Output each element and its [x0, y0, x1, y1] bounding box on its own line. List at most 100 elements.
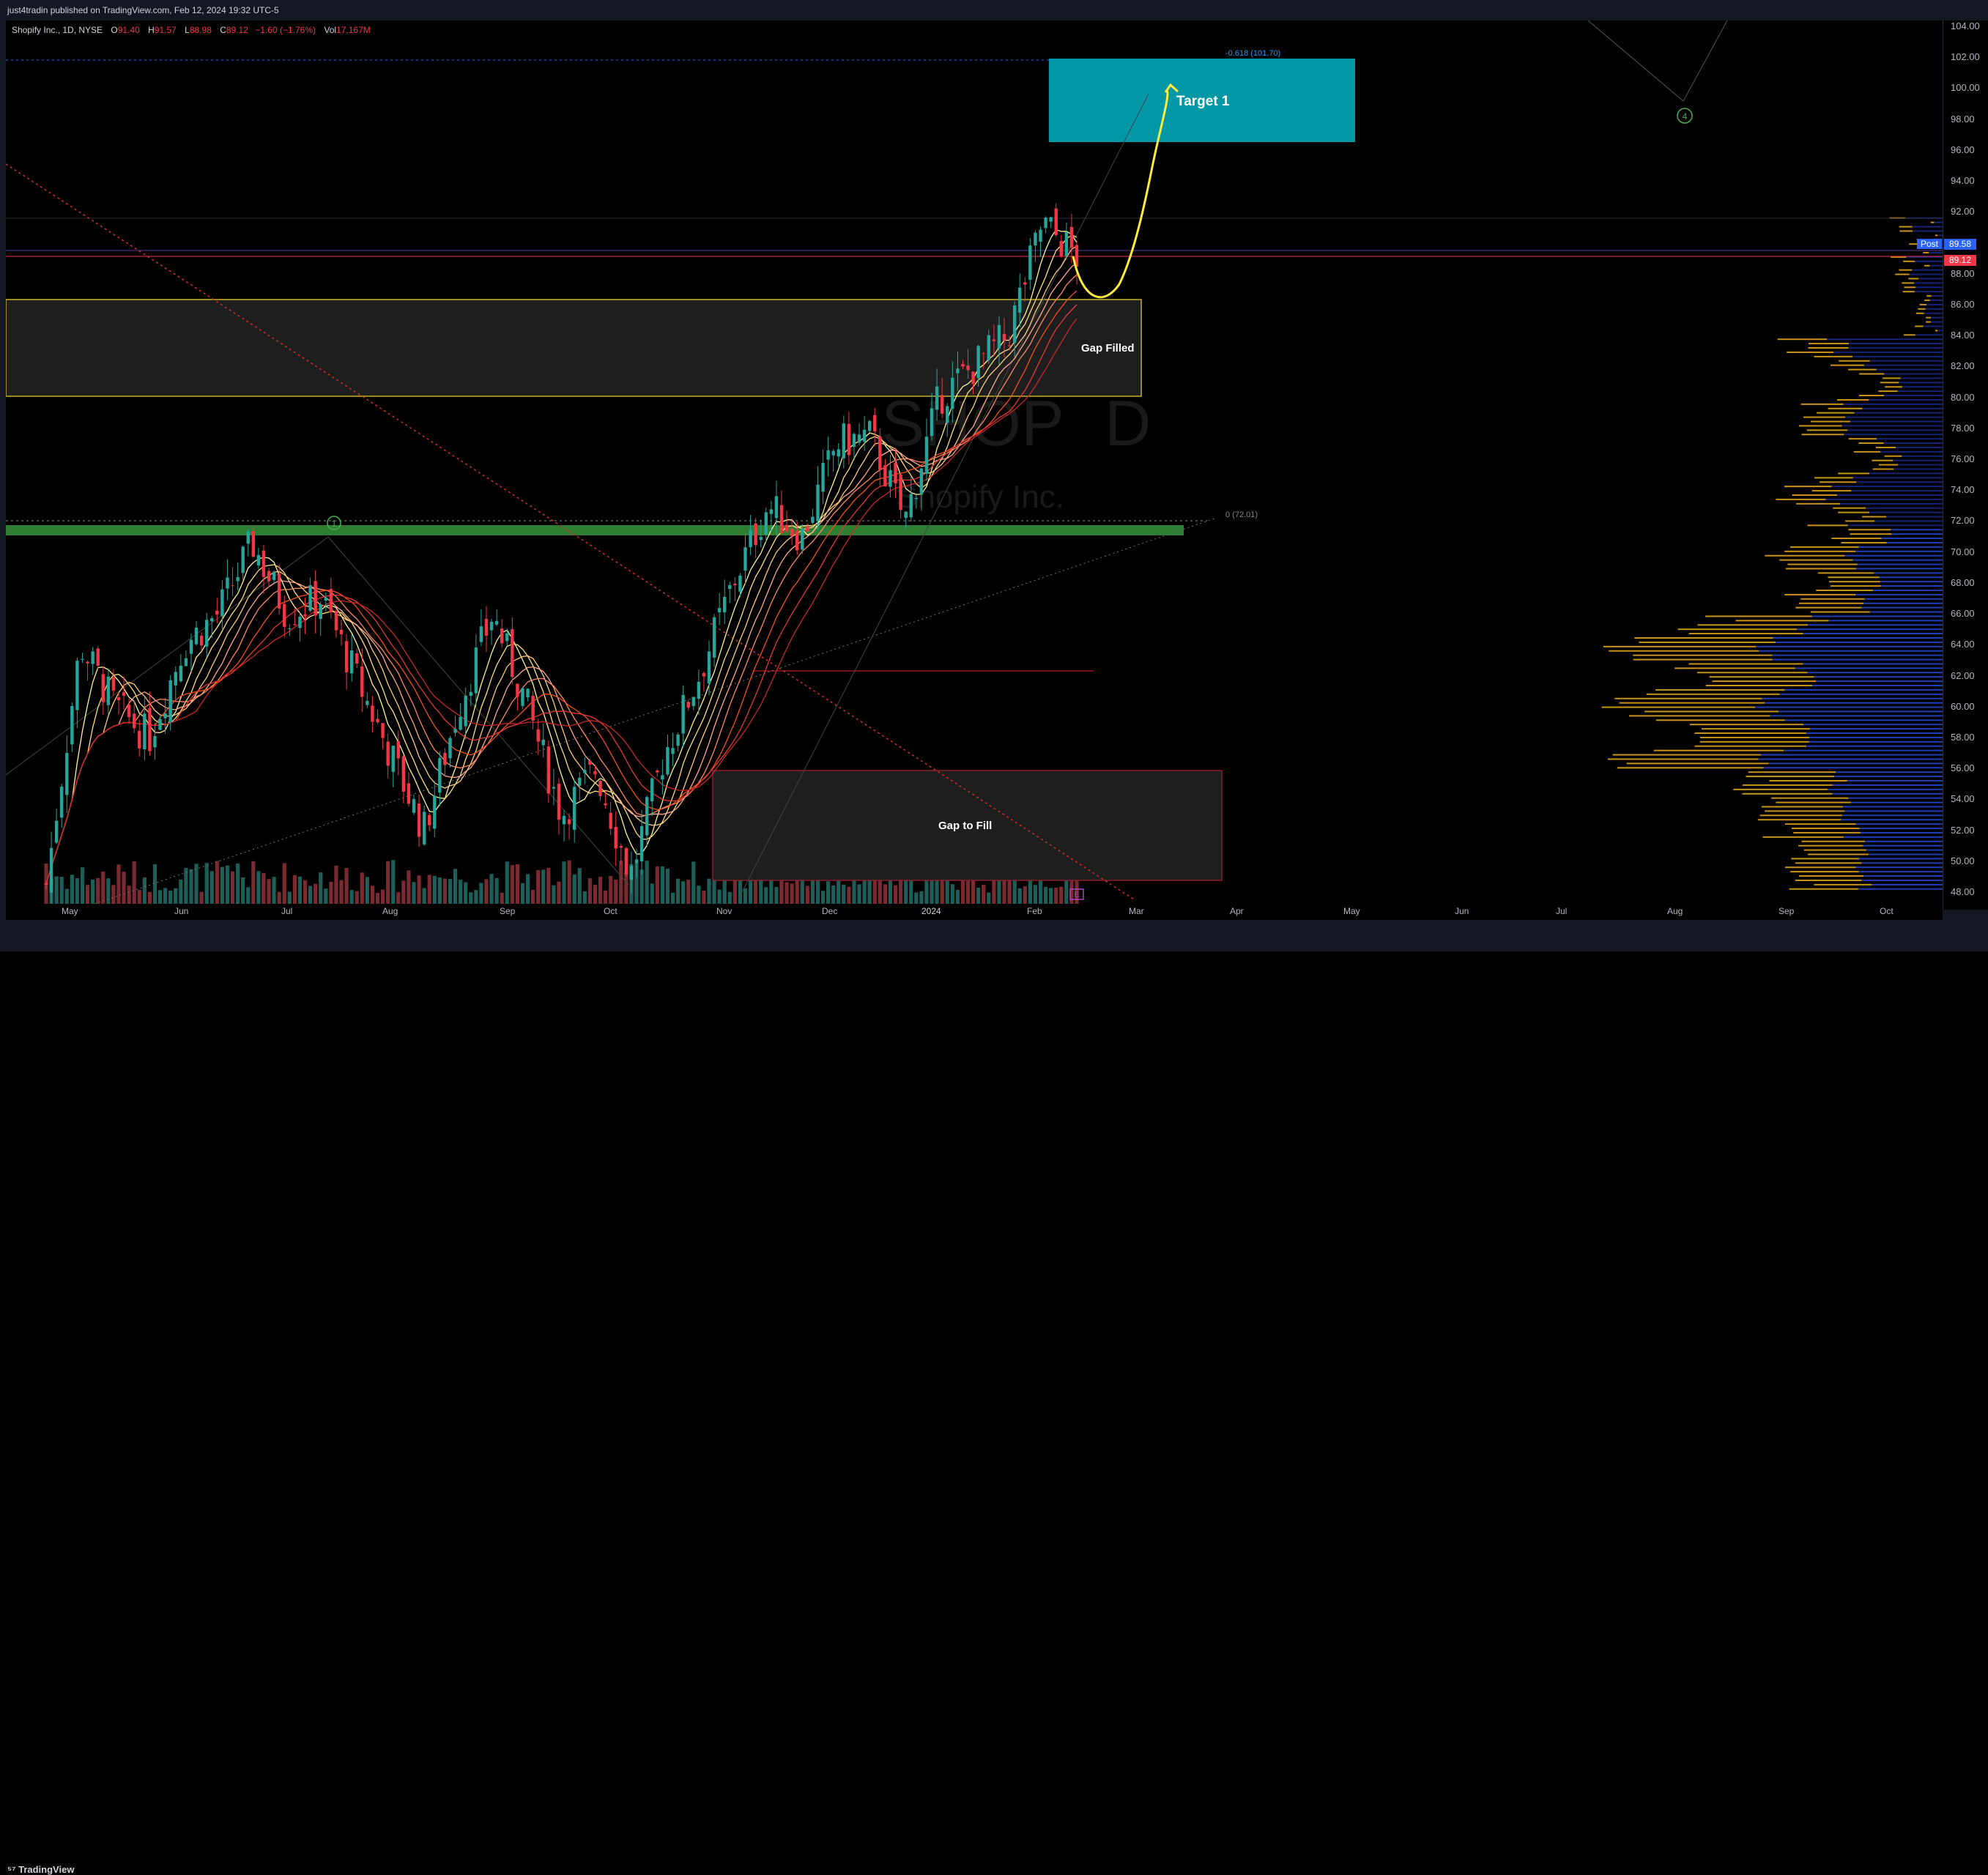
- price-tick-label: 78.00: [1951, 422, 1975, 434]
- channel-line[interactable]: [5, 536, 329, 776]
- volume-bar: [883, 884, 887, 904]
- vp-row: [1918, 278, 1943, 280]
- vp-row: [1798, 875, 1864, 877]
- candle: [588, 758, 592, 774]
- vp-row: [1609, 650, 1759, 652]
- volume-bar: [510, 865, 514, 904]
- volume-bar: [209, 871, 214, 904]
- vp-row: [1791, 858, 1860, 860]
- support-zone[interactable]: [6, 525, 1184, 535]
- volume-bar: [489, 874, 494, 904]
- vp-row: [1909, 273, 1943, 275]
- vp-row: [1811, 615, 1943, 617]
- vp-row: [1787, 351, 1834, 353]
- tradingview-logo[interactable]: ⁵⁷ TradingView: [7, 1864, 74, 1875]
- volume-bar: [142, 877, 146, 904]
- vp-row: [1866, 849, 1943, 851]
- price-axis[interactable]: Post 104.00 102.00 100.00 98.00 96.00 94.00 92…: [1917, 21, 1988, 910]
- vp-row: [1863, 875, 1943, 877]
- vp-row: [1712, 680, 1817, 683]
- candle: [867, 420, 872, 434]
- candle: [106, 668, 111, 715]
- price-tick-label: 82.00: [1951, 360, 1975, 372]
- vp-row: [1925, 308, 1943, 310]
- candle: [469, 683, 472, 706]
- vp-row: [1807, 672, 1943, 674]
- vp-row: [1872, 459, 1894, 461]
- time-tick-label: Jul: [281, 906, 293, 916]
- volume-bar: [319, 872, 323, 904]
- vp-row: [1845, 520, 1875, 522]
- vp-row: [1765, 554, 1845, 557]
- vp-row: [1883, 377, 1901, 379]
- candle: [583, 757, 587, 784]
- vp-row: [1779, 710, 1943, 713]
- vp-row: [1841, 819, 1943, 821]
- volume-bar: [707, 878, 711, 904]
- vp-row: [1840, 502, 1943, 505]
- candle: [1028, 237, 1032, 290]
- candle: [1023, 277, 1027, 302]
- candle: [857, 423, 861, 445]
- vp-row: [1850, 801, 1943, 803]
- vp-row: [1811, 490, 1852, 492]
- candle: [1039, 226, 1042, 258]
- vp-row: [1757, 819, 1842, 821]
- vp-row: [1694, 745, 1806, 747]
- price-tick-label: 70.00: [1951, 546, 1975, 557]
- vp-row: [1937, 234, 1943, 237]
- vp-row: [1872, 883, 1943, 885]
- candle: [194, 620, 199, 646]
- volume-bar: [505, 861, 509, 904]
- tradingview-window: just4tradin published on TradingView.com…: [0, 0, 1988, 1875]
- volume-bar: [950, 884, 954, 904]
- tradingview-brand: TradingView: [18, 1864, 75, 1875]
- candle: [334, 609, 338, 638]
- candle: [210, 615, 214, 639]
- time-axis[interactable]: May Jun Jul Aug Sep Oct Nov Dec 2024 Feb Mar Apr May…: [6, 904, 1943, 920]
- chart-area[interactable]: SHOP D Shopify Inc. Target 1 Gap Filled …: [5, 20, 1948, 910]
- candle: [821, 450, 825, 505]
- vp-row: [1924, 264, 1930, 267]
- volume-bar: [500, 892, 504, 904]
- vp-row: [1709, 676, 1814, 678]
- volume-bar: [494, 877, 499, 904]
- vp-row: [1825, 498, 1943, 500]
- wave-line-3[interactable]: [1587, 20, 1684, 102]
- vp-row: [1915, 260, 1943, 262]
- volume-bar: [64, 888, 69, 904]
- candle: [889, 455, 892, 498]
- vp-row: [1832, 784, 1943, 786]
- volume-bar: [412, 882, 416, 904]
- volume-bar: [314, 883, 318, 904]
- wave-line-4[interactable]: [1683, 20, 1728, 102]
- vp-row: [1761, 754, 1943, 756]
- vp-row: [1827, 338, 1943, 341]
- candle: [790, 519, 794, 546]
- volume-bar: [1033, 885, 1038, 904]
- vp-row: [1884, 373, 1943, 375]
- vp-row: [1876, 368, 1943, 371]
- gap-filled-zone[interactable]: [5, 299, 1142, 397]
- candle: [319, 601, 322, 636]
- vp-row: [1843, 806, 1943, 808]
- vp-row: [1893, 459, 1943, 461]
- candle: [676, 732, 680, 752]
- candle: [474, 634, 478, 708]
- vp-row: [1765, 810, 1845, 812]
- vp-row: [1878, 390, 1898, 393]
- price-chart[interactable]: SHOP D Shopify Inc. Target 1 Gap Filled …: [5, 20, 1943, 910]
- vp-row: [1795, 667, 1943, 669]
- vp-row: [1798, 425, 1842, 427]
- vp-row: [1848, 797, 1943, 799]
- vp-row: [1902, 291, 1915, 293]
- vp-row: [1843, 403, 1943, 405]
- symbol-legend: Shopify Inc., 1D, NYSE O91.40 H91.57 L88…: [12, 25, 371, 35]
- vp-row: [1869, 472, 1943, 475]
- change-value: −1.60 (−1.76%): [255, 25, 316, 35]
- volume-bar: [650, 883, 654, 904]
- volume-bar: [75, 877, 80, 904]
- symbol-name[interactable]: Shopify Inc., 1D, NYSE: [12, 25, 103, 35]
- volume-bar: [484, 879, 489, 904]
- volume-bar: [831, 885, 836, 904]
